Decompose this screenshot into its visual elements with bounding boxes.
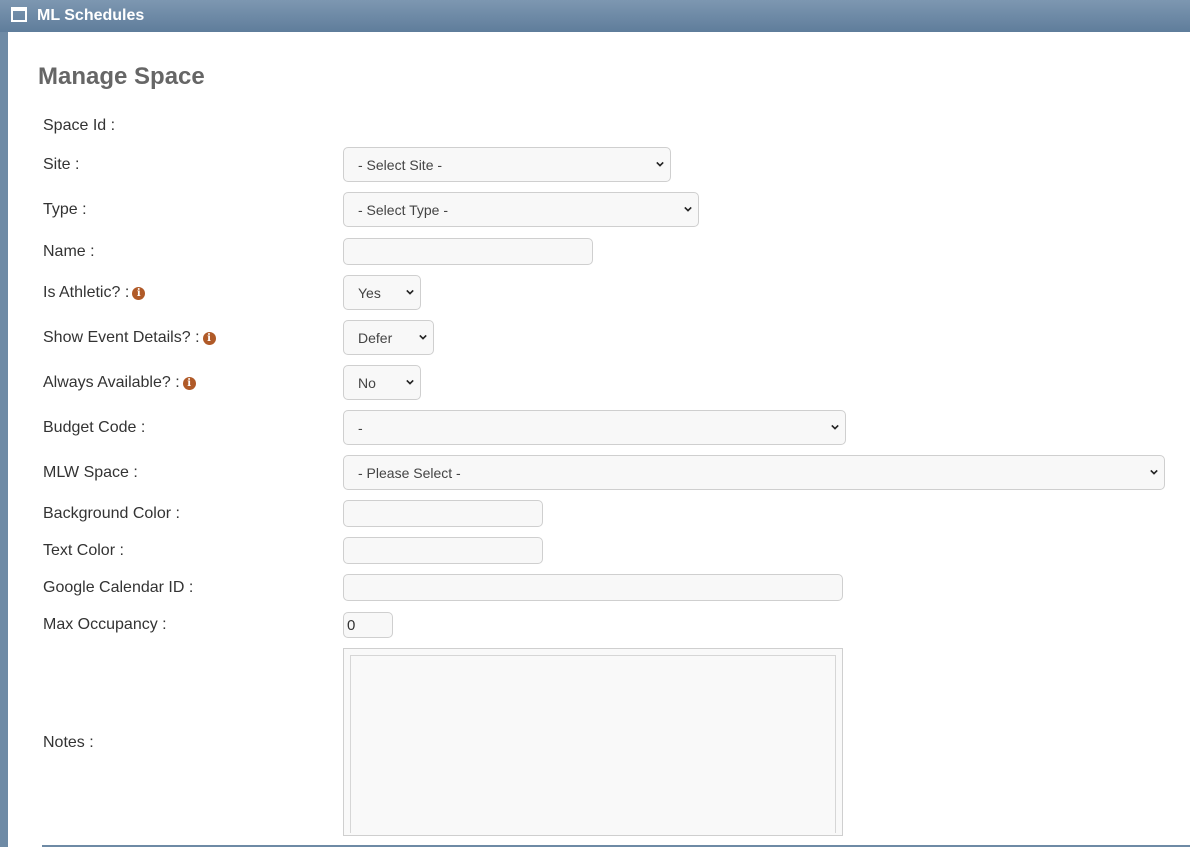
text-color-label: Text Color : — [43, 542, 124, 559]
name-input[interactable] — [343, 238, 593, 265]
is-athletic-label-text: Is Athletic? : — [43, 284, 130, 301]
budget-code-select[interactable]: - — [343, 410, 846, 445]
always-available-label-text: Always Available? : — [43, 374, 180, 391]
google-calendar-id-input[interactable] — [343, 574, 843, 601]
text-color-input[interactable] — [343, 537, 543, 564]
type-select-value: - Select Type - — [358, 202, 449, 218]
is-athletic-select[interactable]: Yes — [343, 275, 421, 310]
show-event-details-label: Show Event Details? :i — [43, 329, 216, 347]
info-icon[interactable]: i — [132, 287, 146, 300]
info-icon[interactable]: i — [202, 332, 216, 345]
window-titlebar[interactable]: ML Schedules — [0, 0, 1190, 32]
background-color-input[interactable] — [343, 500, 543, 527]
mlw-space-select-value: - Please Select - — [358, 465, 461, 481]
show-event-details-label-text: Show Event Details? : — [43, 329, 200, 346]
max-occupancy-input[interactable]: 0 — [343, 612, 393, 638]
window-icon — [11, 7, 27, 22]
type-select[interactable]: - Select Type - — [343, 192, 699, 227]
max-occupancy-label: Max Occupancy : — [43, 616, 167, 633]
space-id-label: Space Id : — [43, 117, 116, 134]
site-label: Site : — [43, 156, 80, 173]
window-title: ML Schedules — [37, 7, 145, 24]
is-athletic-select-value: Yes — [358, 285, 381, 301]
site-select-value: - Select Site - — [358, 157, 443, 173]
chevron-down-icon — [419, 334, 427, 340]
show-event-details-select[interactable]: Defer — [343, 320, 434, 355]
always-available-select[interactable]: No — [343, 365, 421, 400]
always-available-select-value: No — [358, 375, 376, 391]
chevron-down-icon — [656, 161, 664, 167]
show-event-details-select-value: Defer — [358, 330, 393, 346]
chevron-down-icon — [684, 206, 692, 212]
background-color-label: Background Color : — [43, 505, 180, 522]
chevron-down-icon — [406, 379, 414, 385]
page-title: Manage Space — [38, 63, 205, 90]
max-occupancy-input-value: 0 — [347, 617, 356, 634]
notes-textarea-frame — [343, 648, 843, 836]
is-athletic-label: Is Athletic? :i — [43, 284, 146, 302]
site-select[interactable]: - Select Site - — [343, 147, 671, 182]
mlw-space-select[interactable]: - Please Select - — [343, 455, 1165, 490]
google-calendar-id-label: Google Calendar ID : — [43, 579, 194, 596]
budget-code-select-value: - — [358, 420, 363, 436]
name-label: Name : — [43, 243, 95, 260]
type-label: Type : — [43, 201, 87, 218]
chevron-down-icon — [1150, 469, 1158, 475]
notes-textarea[interactable] — [350, 655, 836, 833]
chevron-down-icon — [406, 289, 414, 295]
budget-code-label: Budget Code : — [43, 419, 146, 436]
notes-label: Notes : — [43, 734, 94, 751]
mlw-space-label: MLW Space : — [43, 464, 138, 481]
info-icon[interactable]: i — [182, 377, 196, 390]
always-available-label: Always Available? :i — [43, 374, 196, 392]
chevron-down-icon — [831, 424, 839, 430]
